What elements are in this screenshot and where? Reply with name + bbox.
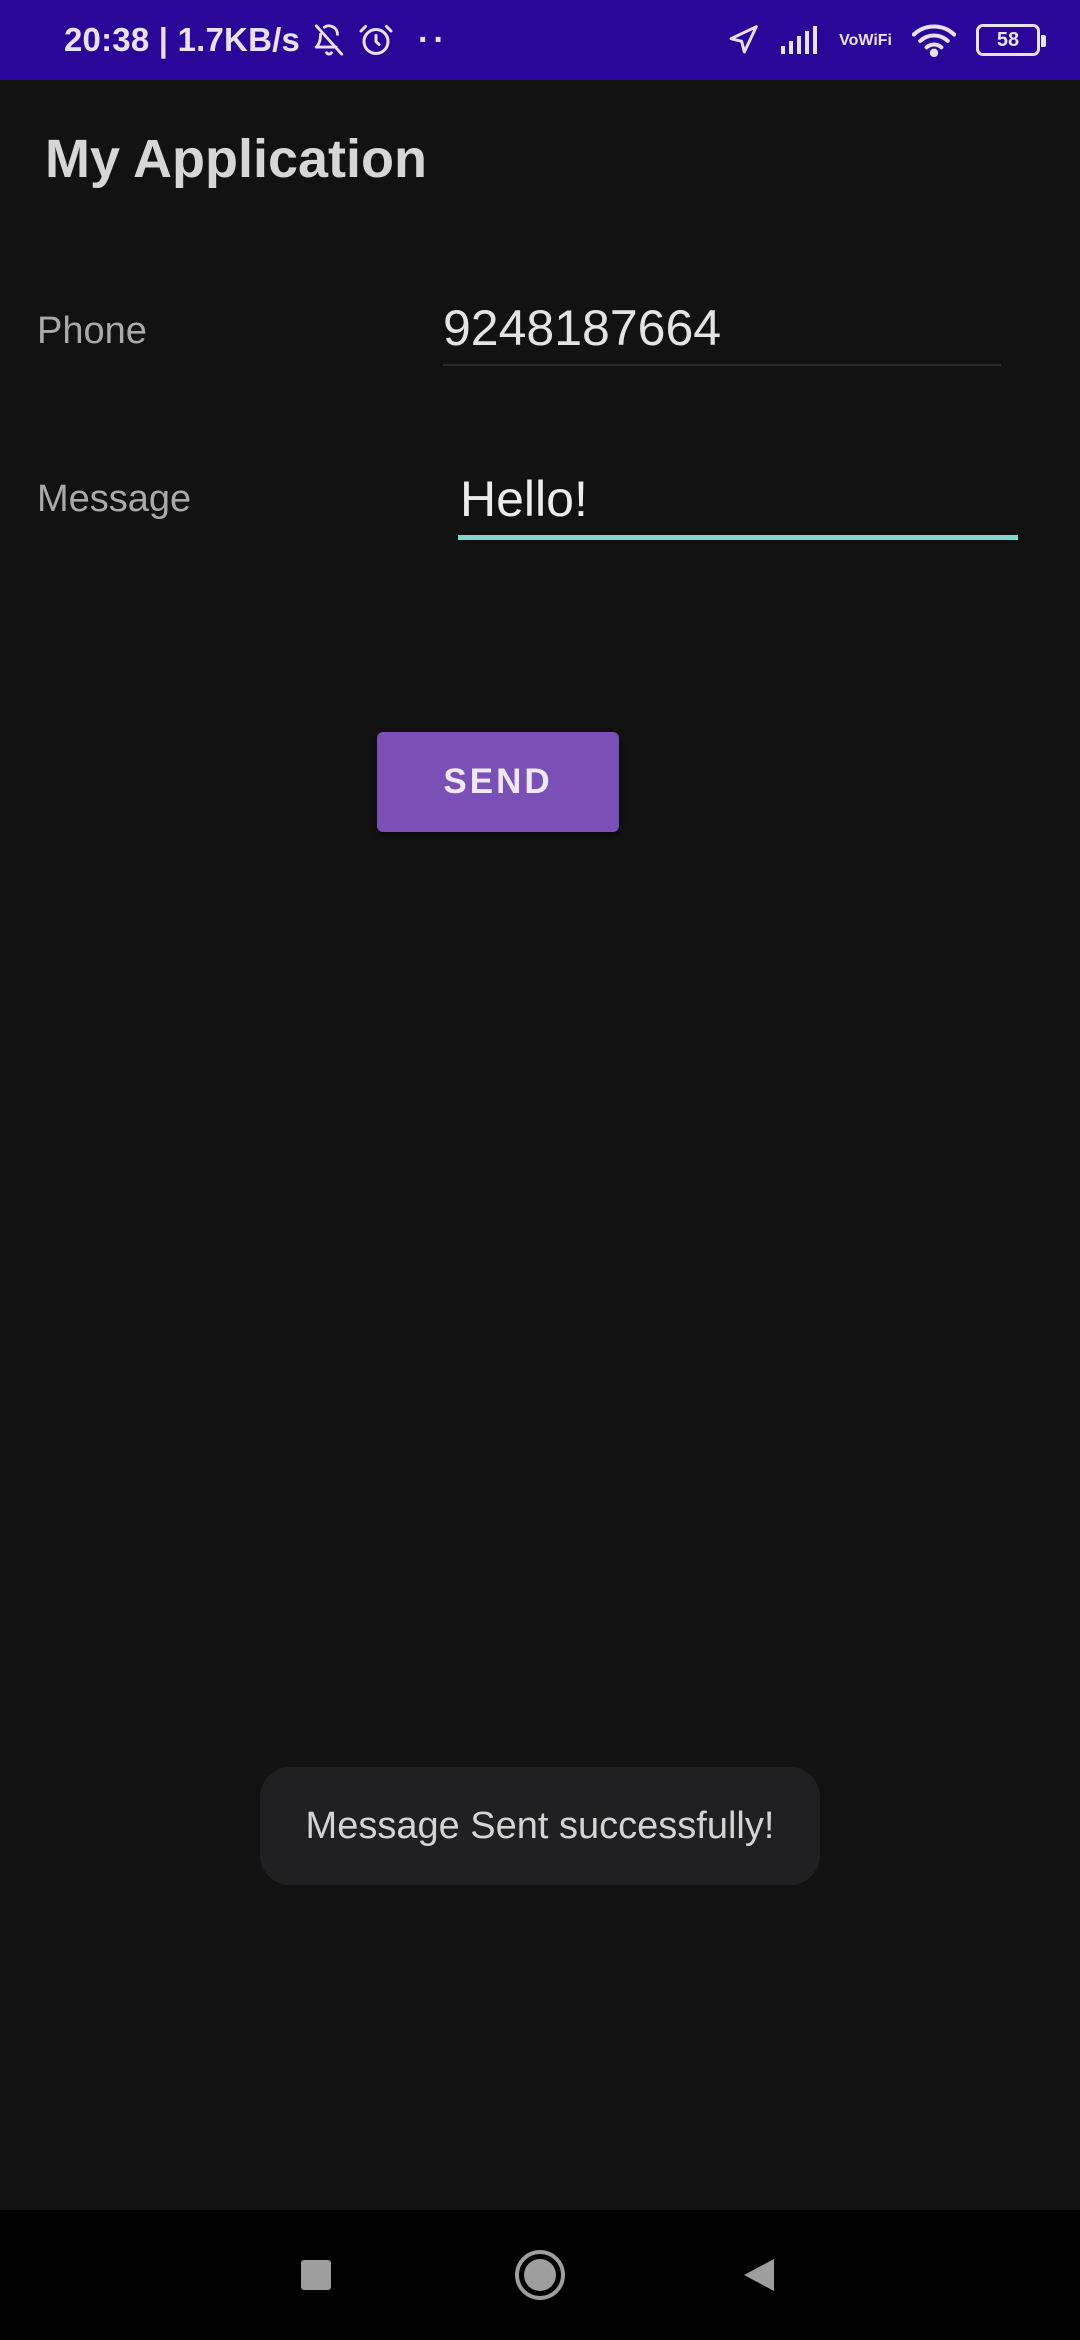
toast-text: Message Sent successfully! — [305, 1804, 775, 1847]
signal-icon — [779, 24, 819, 56]
status-time-speed: 20:38 | 1.7KB/s — [64, 21, 301, 58]
navigation-bar — [0, 2210, 1080, 2340]
status-right: Vo WiFi 58 — [707, 0, 1046, 80]
status-left: 20:38 | 1.7KB/s ·· — [64, 0, 449, 80]
message-label: Message — [37, 478, 192, 520]
status-bar: 20:38 | 1.7KB/s ·· Vo WiFi 58 — [0, 0, 1080, 80]
back-triangle-icon[interactable] — [720, 2210, 800, 2340]
toast-message: Message Sent successfully! — [260, 1767, 820, 1885]
vowifi-top: Vo — [839, 31, 859, 49]
battery-icon: 58 — [976, 24, 1046, 56]
phone-field[interactable]: 9248187664 — [443, 296, 1001, 366]
location-arrow-icon — [727, 24, 759, 56]
bell-off-icon — [312, 22, 346, 58]
vowifi-icon: Vo WiFi — [839, 32, 892, 49]
app-title: My Application — [45, 129, 428, 189]
alarm-icon — [358, 22, 394, 58]
battery-level: 58 — [976, 24, 1046, 56]
home-circle-icon[interactable] — [500, 2210, 580, 2340]
message-field[interactable] — [458, 462, 1018, 540]
more-notifications-dots: ·· — [418, 20, 449, 59]
vowifi-bottom: WiFi — [858, 31, 892, 49]
send-button[interactable]: SEND — [377, 732, 619, 832]
recents-square-icon[interactable] — [276, 2210, 356, 2340]
wifi-icon — [912, 23, 956, 57]
phone-label: Phone — [37, 310, 147, 352]
